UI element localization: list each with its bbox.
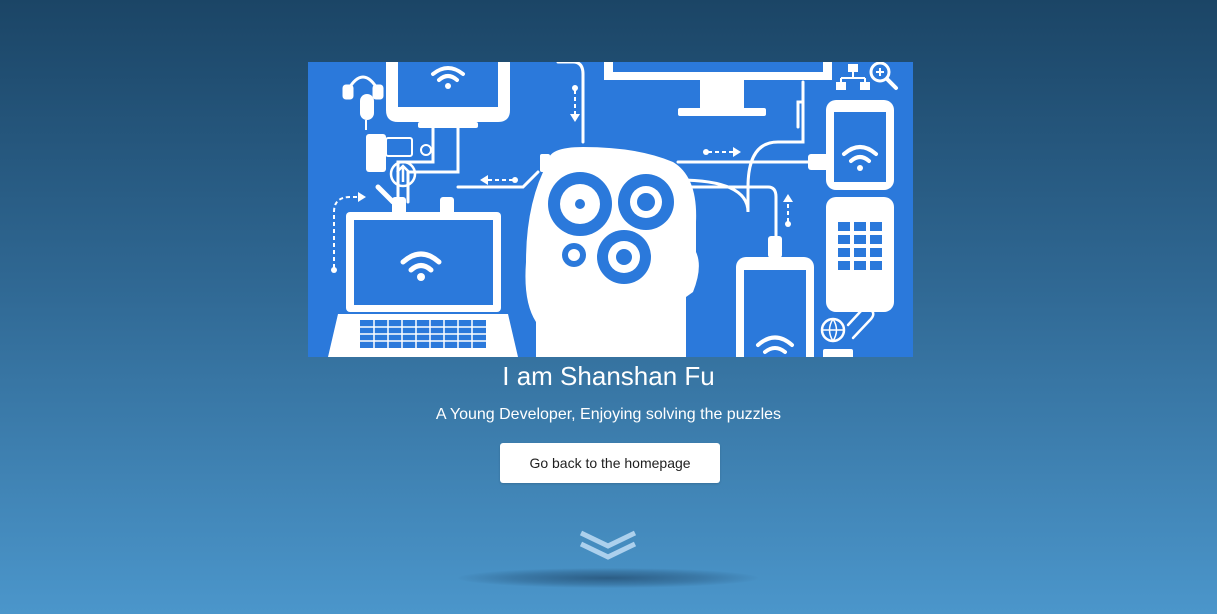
hero-illustration bbox=[308, 62, 913, 357]
double-chevron-down-icon[interactable] bbox=[578, 528, 638, 562]
page-title: I am Shanshan Fu bbox=[502, 361, 715, 391]
scroll-shadow bbox=[458, 568, 758, 588]
page-subtitle: A Young Developer, Enjoying solving the … bbox=[435, 406, 782, 423]
back-to-homepage-button[interactable]: Go back to the homepage bbox=[500, 443, 720, 483]
